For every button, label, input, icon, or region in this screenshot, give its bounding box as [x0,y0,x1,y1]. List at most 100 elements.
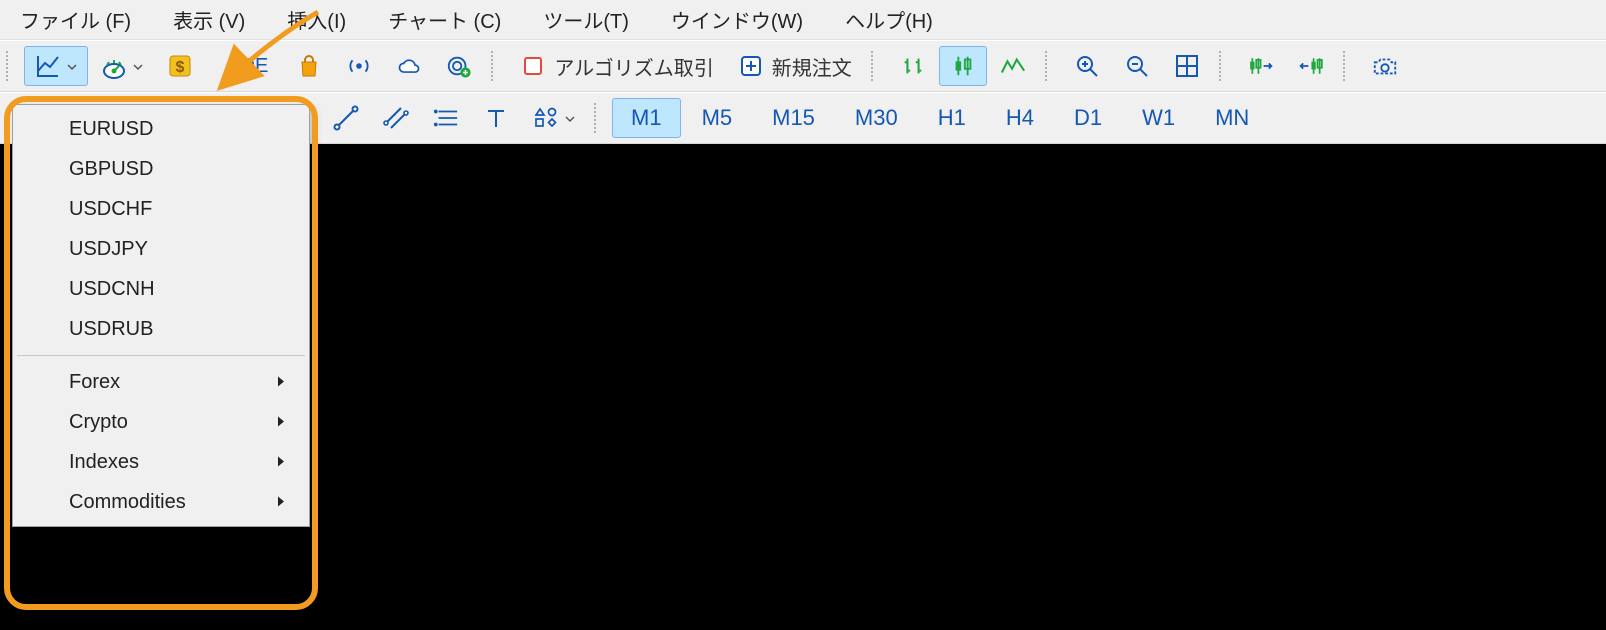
levels-icon [433,105,459,131]
chevron-down-icon [67,55,77,78]
fibo-button[interactable] [422,98,470,138]
toolbar-main: $ IDE アルゴリズム取引 [0,40,1606,92]
menu-insert[interactable]: 挿入(I) [287,5,346,34]
chart-end-icon [1298,53,1324,79]
timeframe-h1[interactable]: H1 [919,98,985,138]
candlestick-button[interactable] [939,46,987,86]
gauge-icon [101,53,127,79]
cloud-icon [396,53,422,79]
timeframe-m1[interactable]: M1 [612,98,681,138]
menu-item-usdrub[interactable]: USDRUB [13,309,309,349]
menu-chart[interactable]: チャート (C) [388,5,501,34]
toolbar-grip [6,51,16,81]
zoom-in-button[interactable] [1063,46,1111,86]
menu-group-commodities[interactable]: Commodities [13,482,309,522]
shift-end-button[interactable] [1287,46,1335,86]
market-button[interactable] [285,46,333,86]
timeframe-label: M15 [764,105,823,131]
timeframe-label: MN [1207,105,1257,131]
timeframe-d1[interactable]: D1 [1055,98,1121,138]
text-icon [483,105,509,131]
ide-button[interactable]: IDE [220,46,283,86]
menu-group-forex[interactable]: Forex [13,362,309,402]
menu-item-usdcnh[interactable]: USDCNH [13,269,309,309]
menu-group-crypto[interactable]: Crypto [13,402,309,442]
chevron-right-icon [277,451,285,474]
dollar-button[interactable]: $ [156,46,204,86]
mql-button[interactable] [435,46,483,86]
vps-button[interactable] [385,46,433,86]
chart-shift-icon [1248,53,1274,79]
toolbar-grip [594,103,604,133]
menu-group-indexes[interactable]: Indexes [13,442,309,482]
screenshot-button[interactable] [1361,46,1409,86]
timeframe-m30[interactable]: M30 [836,98,917,138]
candlestick-icon [950,53,976,79]
chevron-down-icon [133,55,143,78]
camera-icon [1372,53,1398,79]
chevron-right-icon [277,411,285,434]
dollar-icon: $ [167,53,193,79]
shopping-bag-icon [296,53,322,79]
line-chart-icon [35,53,61,79]
new-order-button[interactable]: 新規注文 [727,46,863,86]
signals-button[interactable] [335,46,383,86]
chevron-right-icon [277,491,285,514]
zoom-out-icon [1124,53,1150,79]
timeframe-label: D1 [1066,105,1110,131]
timeframe-label: M1 [623,105,670,131]
trendline-button[interactable] [322,98,370,138]
timeframe-w1[interactable]: W1 [1123,98,1194,138]
menu-item-eurusd[interactable]: EURUSD [13,109,309,149]
new-order-icon [738,53,764,79]
zoom-out-button[interactable] [1113,46,1161,86]
timeframe-mn[interactable]: MN [1196,98,1268,138]
new-chart-symbol-menu: EURUSDGBPUSDUSDCHFUSDJPYUSDCNHUSDRUB For… [12,104,310,527]
line-chart-mode-button[interactable] [989,46,1037,86]
channel-button[interactable] [372,98,420,138]
toolbar-grip [871,51,881,81]
timeframe-m5[interactable]: M5 [683,98,752,138]
timeframe-label: H1 [930,105,974,131]
menu-help[interactable]: ヘルプ(H) [845,5,933,34]
chart-style-button[interactable] [24,46,88,86]
menu-item-usdjpy[interactable]: USDJPY [13,229,309,269]
chevron-right-icon [277,371,285,394]
menu-bar: ファイル (F) 表示 (V) 挿入(I) チャート (C) ツール(T) ウイ… [0,0,1606,40]
broadcast-icon [346,53,372,79]
shift-right-button[interactable] [1237,46,1285,86]
menu-separator [17,355,305,356]
algo-label: アルゴリズム取引 [554,52,713,81]
chevron-down-icon [565,107,575,130]
timeframe-m15[interactable]: M15 [753,98,834,138]
menu-item-usdchf[interactable]: USDCHF [13,189,309,229]
line-mode-icon [1000,53,1026,79]
shapes-icon [533,105,559,131]
svg-text:$: $ [176,59,185,76]
bar-chart-button[interactable] [889,46,937,86]
algo-trading-button[interactable]: アルゴリズム取引 [509,46,724,86]
timeframe-label: W1 [1134,105,1183,131]
text-button[interactable] [472,98,520,138]
toolbar-grip [491,51,501,81]
radar-plus-icon [446,53,472,79]
timeframe-h4[interactable]: H4 [987,98,1053,138]
zoom-in-icon [1074,53,1100,79]
market-watch-button[interactable] [90,46,154,86]
menu-tools[interactable]: ツール(T) [543,5,629,34]
trendline-icon [333,105,359,131]
channel-icon [383,105,409,131]
grid-icon [1174,53,1200,79]
toolbar-grip [1343,51,1353,81]
ide-label: IDE [231,55,272,78]
menu-item-gbpusd[interactable]: GBPUSD [13,149,309,189]
timeframe-label: H4 [998,105,1042,131]
menu-file[interactable]: ファイル (F) [20,5,131,34]
menu-window[interactable]: ウインドウ(W) [671,5,803,34]
tile-windows-button[interactable] [1163,46,1211,86]
shapes-button[interactable] [522,98,586,138]
menu-view[interactable]: 表示 (V) [173,5,245,34]
toolbar-grip [1045,51,1055,81]
toolbar-grip [1219,51,1229,81]
new-order-label: 新規注文 [772,52,852,81]
